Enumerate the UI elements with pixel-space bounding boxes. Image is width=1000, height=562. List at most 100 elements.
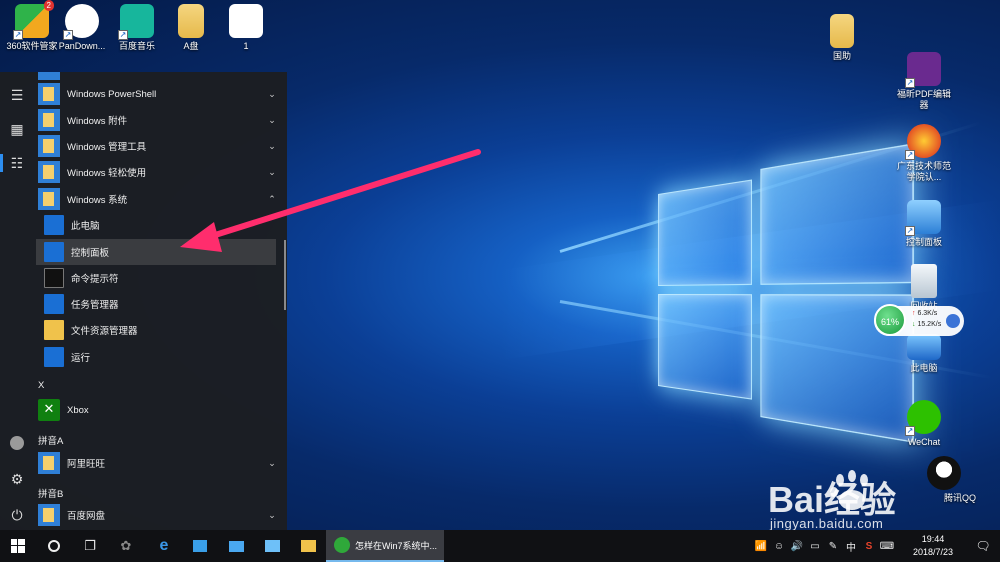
start-menu-app-list: Windows PowerShell ⌄ Windows 附件 ⌄ Window… bbox=[34, 72, 287, 530]
folder-icon bbox=[178, 4, 204, 38]
start-menu: ☰ ▦ ☷ ⚙ ⏻ Windows PowerShell ⌄ Windows 附… bbox=[0, 72, 287, 530]
section-letter-pinyin-b[interactable]: 拼音B bbox=[38, 486, 63, 500]
app-this-pc[interactable]: 此电脑 bbox=[34, 212, 280, 238]
app-folder-windows-system[interactable]: Windows 系统 ⌃ bbox=[34, 186, 280, 212]
desktop-icon-control-panel[interactable]: ↗ 控制面板 bbox=[892, 200, 956, 248]
notification-icon: 🗨 bbox=[975, 539, 991, 553]
app-run[interactable]: 运行 bbox=[34, 344, 280, 370]
chevron-down-icon: ⌄ bbox=[268, 166, 276, 177]
windows-logo-wallpaper bbox=[658, 143, 914, 443]
accelerate-icon[interactable] bbox=[946, 314, 960, 328]
clock-date: 2018/7/23 bbox=[912, 547, 954, 557]
file-explorer-icon bbox=[44, 320, 64, 340]
store-button[interactable] bbox=[182, 530, 218, 562]
windows-logo-icon bbox=[11, 539, 25, 553]
pandownload-cloud-icon: ↗ bbox=[63, 4, 99, 40]
app-folder-windows-ease-of-access[interactable]: Windows 轻松使用 ⌄ bbox=[34, 159, 280, 185]
baidu-watermark-url: jingyan.baidu.com bbox=[770, 516, 884, 531]
network-speed-widget[interactable]: 61% ↑ 6.3K/s ↓ 15.2K/s bbox=[874, 304, 964, 336]
search-button[interactable] bbox=[36, 530, 72, 562]
upload-speed: ↑ 6.3K/s bbox=[912, 310, 938, 317]
hamburger-menu-icon[interactable]: ☰ bbox=[0, 80, 34, 110]
start-menu-rail: ☰ ▦ ☷ ⚙ ⏻ bbox=[0, 72, 34, 530]
list-icon[interactable]: ☷ bbox=[0, 148, 34, 178]
tiles-icon[interactable]: ▦ bbox=[0, 114, 34, 144]
section-letter-x[interactable]: X bbox=[38, 380, 44, 391]
pinned-app-button[interactable]: ✿ bbox=[108, 530, 144, 562]
document-icon bbox=[229, 4, 263, 38]
power-icon[interactable]: ⏻ bbox=[0, 500, 34, 530]
sogou-input-icon[interactable]: S bbox=[860, 541, 878, 552]
app-folder-baidu-netdisk[interactable]: 百度网盘 ⌄ bbox=[34, 502, 280, 528]
pen-icon[interactable]: ✎ bbox=[824, 541, 842, 552]
this-pc-icon bbox=[44, 215, 64, 235]
ime-language[interactable]: 中 bbox=[842, 539, 860, 554]
people-icon[interactable]: ☺ bbox=[770, 541, 788, 552]
section-letter-pinyin-a[interactable]: 拼音A bbox=[38, 433, 63, 447]
keyboard-icon[interactable]: ⌨ bbox=[878, 541, 896, 552]
task-view-button[interactable]: ❐ bbox=[72, 530, 108, 562]
desktop-icon-this-pc[interactable]: 此电脑 bbox=[892, 334, 956, 374]
xbox-icon bbox=[38, 399, 60, 421]
user-icon[interactable] bbox=[0, 428, 34, 458]
folder-icon bbox=[38, 504, 60, 526]
baidu-watermark-logo: Bai经验 bbox=[768, 470, 896, 518]
folder-icon bbox=[38, 135, 60, 157]
desktop-icon-guozhu-folder[interactable]: 国助 bbox=[810, 14, 874, 62]
desktop-icon-foxit-pdf[interactable]: ↗ 福昕PDF编辑器 bbox=[892, 52, 956, 111]
control-panel-icon: ↗ bbox=[905, 200, 941, 236]
control-panel-icon bbox=[264, 540, 280, 552]
chevron-down-icon: ⌄ bbox=[268, 114, 276, 125]
system-tray: 📶 ☺ 🔊 ▭ ✎ 中 S ⌨ bbox=[752, 530, 896, 562]
this-pc-icon bbox=[907, 334, 941, 360]
wifi-icon[interactable]: 📶 bbox=[752, 541, 770, 552]
app-task-manager[interactable]: 任务管理器 bbox=[34, 291, 280, 317]
action-center-button[interactable]: 🗨 bbox=[966, 530, 1000, 562]
desktop-icon-gdut-browser[interactable]: ↗ 广东技术师范学院认... bbox=[892, 124, 956, 183]
svg-text:Bai经验: Bai经验 bbox=[768, 479, 896, 518]
memory-usage-ball[interactable]: 61% bbox=[874, 304, 906, 336]
app-control-panel[interactable]: 控制面板 bbox=[36, 239, 276, 265]
app-command-prompt[interactable]: 命令提示符 bbox=[34, 265, 280, 291]
chevron-down-icon: ⌄ bbox=[268, 457, 276, 468]
file-explorer-taskbar-button[interactable] bbox=[290, 530, 326, 562]
app-folder-aliwangwang[interactable]: 阿里旺旺 ⌄ bbox=[34, 450, 280, 476]
app-folder-windows-admin-tools[interactable]: Windows 管理工具 ⌄ bbox=[34, 133, 280, 159]
task-manager-icon bbox=[44, 294, 64, 314]
folder-icon bbox=[38, 452, 60, 474]
folder-icon bbox=[38, 83, 60, 105]
this-pc-taskbar-button[interactable] bbox=[218, 530, 254, 562]
speaker-icon[interactable]: 🔊 bbox=[788, 541, 806, 552]
recycle-bin-icon bbox=[911, 264, 937, 298]
browser-icon bbox=[334, 537, 350, 553]
taskbar-task-browser[interactable]: 怎样在Win7系统中... bbox=[326, 530, 444, 562]
control-panel-taskbar-button[interactable] bbox=[254, 530, 290, 562]
this-pc-icon bbox=[228, 540, 244, 552]
app-folder-windows-powershell[interactable]: Windows PowerShell ⌄ bbox=[34, 81, 280, 107]
edge-icon: e bbox=[159, 537, 169, 554]
battery-icon[interactable]: ▭ bbox=[806, 541, 824, 552]
app-folder-windows-accessories[interactable]: Windows 附件 ⌄ bbox=[34, 107, 280, 133]
edge-button[interactable]: e bbox=[146, 530, 182, 562]
folder-icon bbox=[300, 540, 316, 552]
baidu-music-icon: ↗ bbox=[118, 4, 154, 40]
start-menu-scrollbar[interactable] bbox=[284, 240, 286, 310]
folder-icon bbox=[38, 188, 60, 210]
download-speed: ↓ 15.2K/s bbox=[912, 321, 942, 328]
search-circle-icon bbox=[48, 540, 60, 552]
chevron-down-icon: ⌄ bbox=[268, 509, 276, 520]
taskbar-clock[interactable]: 19:44 2018/7/23 bbox=[905, 533, 961, 559]
start-button[interactable] bbox=[0, 530, 36, 562]
desktop-icon-recycle-bin[interactable]: 回收站 bbox=[892, 264, 956, 312]
folder-icon bbox=[38, 109, 60, 131]
app-xbox[interactable]: Xbox bbox=[34, 397, 280, 423]
run-icon bbox=[44, 347, 64, 367]
settings-icon[interactable]: ⚙ bbox=[0, 464, 34, 494]
folder-icon bbox=[38, 161, 60, 183]
store-icon bbox=[193, 540, 207, 552]
clock-time: 19:44 bbox=[921, 534, 945, 544]
desktop-icon-document-1[interactable]: 1 bbox=[214, 4, 278, 52]
chevron-down-icon: ⌄ bbox=[268, 88, 276, 99]
desktop-icon-wechat[interactable]: ↗ WeChat bbox=[892, 400, 956, 448]
app-file-explorer[interactable]: 文件资源管理器 bbox=[34, 317, 280, 343]
